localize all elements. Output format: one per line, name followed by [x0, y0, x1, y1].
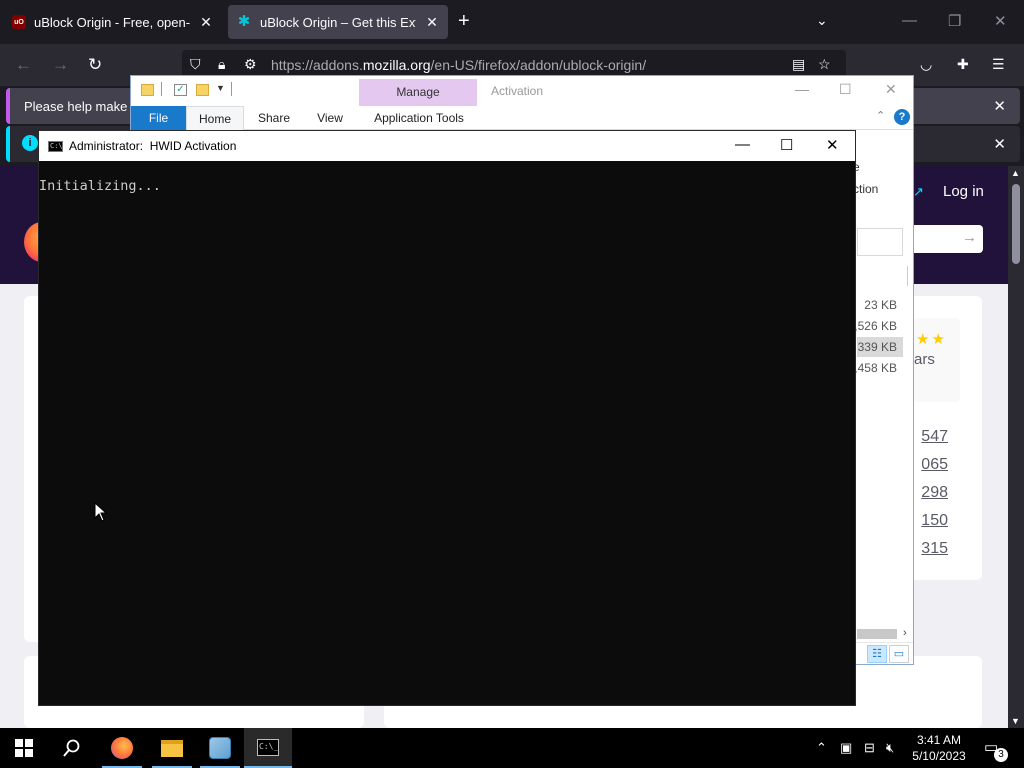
notification-count: 3 [994, 748, 1008, 762]
close-icon[interactable]: ✕ [993, 97, 1006, 115]
rating-count-link[interactable]: 298 [914, 484, 948, 502]
file-size: 339 KB [857, 340, 897, 354]
close-icon[interactable]: ✕ [993, 135, 1006, 153]
volume-muted-icon[interactable]: 🔇︎ [886, 740, 894, 756]
search-input[interactable]: → [914, 225, 983, 253]
file-size: 23 KB [864, 298, 897, 312]
rating-count-link[interactable]: 547 [914, 428, 948, 446]
search-icon [63, 739, 80, 757]
console-title-bar: C:\ Administrator: HWID Activation — ☐ ✕ [39, 131, 855, 161]
restore-icon[interactable]: ❐ [948, 12, 961, 30]
back-icon[interactable]: ← [15, 55, 32, 75]
tab-share[interactable]: Share [247, 106, 301, 130]
info-icon: i [22, 135, 38, 151]
close-tab-icon[interactable]: ✕ [198, 14, 214, 31]
permissions-icon[interactable]: ⚙ [244, 56, 257, 73]
tab-application-tools[interactable]: Application Tools [361, 106, 477, 130]
help-icon[interactable]: ? [894, 109, 910, 125]
forward-icon[interactable]: → [52, 55, 69, 75]
tab-manage[interactable]: Manage [359, 79, 477, 106]
details-view-icon[interactable]: ☷ [867, 645, 887, 663]
new-tab-icon[interactable]: + [458, 10, 470, 33]
tab-ublock-get[interactable]: ✱ uBlock Origin – Get this Extens ✕ [228, 5, 448, 39]
console-icon: C:\_ [257, 738, 279, 756]
search-button[interactable] [48, 728, 96, 768]
firefox-icon [111, 737, 133, 759]
external-link-icon: ↗ [913, 184, 924, 199]
separator [161, 82, 162, 96]
close-tab-icon[interactable]: ✕ [424, 14, 440, 31]
tab-title: uBlock Origin - Free, open-sou [34, 14, 190, 30]
url-text[interactable]: https://addons.mozilla.org/en-US/firefox… [271, 57, 646, 73]
chevron-up-icon[interactable]: ⌃ [816, 740, 827, 756]
date: 5/10/2023 [912, 749, 966, 763]
taskbar-console[interactable]: C:\_ [244, 728, 292, 768]
lock-icon[interactable]: 🔒︎ [218, 56, 225, 73]
console-output: Initializing... [39, 178, 161, 194]
column-divider [907, 266, 908, 286]
window-title: Activation [491, 84, 544, 98]
new-folder-icon[interactable] [196, 84, 209, 96]
extensions-icon[interactable]: ✚ [957, 56, 969, 73]
page-scrollbar[interactable]: ▲ ▼ [1008, 166, 1024, 728]
scroll-right-icon[interactable]: › [903, 627, 907, 639]
scroll-up-icon[interactable]: ▲ [1011, 168, 1020, 178]
tab-title: uBlock Origin – Get this Extens [260, 14, 416, 30]
windows-icon [15, 739, 33, 757]
scroll-down-icon[interactable]: ▼ [1011, 716, 1020, 726]
device-icon[interactable]: ▣ [840, 740, 852, 756]
scrollbar-thumb[interactable] [1012, 184, 1020, 264]
shield-icon[interactable]: ⛉ [190, 56, 201, 73]
close-icon[interactable]: ✕ [885, 81, 897, 98]
console-window[interactable]: C:\ Administrator: HWID Activation — ☐ ✕… [38, 130, 856, 706]
puzzle-icon: ✱ [237, 13, 251, 30]
rating-count-link[interactable]: 065 [914, 456, 948, 474]
tab-ublock-free[interactable]: uO uBlock Origin - Free, open-sou ✕ [4, 5, 222, 39]
chevron-down-icon[interactable]: ⌄ [816, 12, 828, 29]
pocket-icon[interactable]: ◡ [920, 56, 932, 73]
login-link[interactable]: Log in [943, 183, 984, 200]
tab-view[interactable]: View [303, 106, 357, 130]
console-icon: C:\ [48, 141, 63, 152]
start-button[interactable] [0, 728, 48, 768]
maximize-icon[interactable]: ☐ [780, 136, 793, 154]
taskbar-app[interactable] [196, 728, 244, 768]
chevron-up-icon[interactable]: ⌃ [876, 109, 885, 122]
rating-count-link[interactable]: 150 [914, 512, 948, 530]
horizontal-scrollbar[interactable] [857, 629, 897, 639]
minimize-icon[interactable]: — [902, 12, 917, 29]
taskbar-firefox[interactable] [98, 728, 146, 768]
search-box[interactable] [857, 228, 903, 256]
tab-home[interactable]: Home [186, 106, 244, 130]
star-icon: ★★ [916, 331, 947, 348]
arrow-right-icon[interactable]: → [962, 229, 977, 246]
reader-view-icon[interactable]: ▤ [792, 56, 805, 73]
rating-count-link[interactable]: 315 [914, 540, 948, 558]
close-icon[interactable]: ✕ [826, 136, 839, 154]
folder-icon [161, 739, 183, 757]
menu-icon[interactable]: ☰ [992, 56, 1005, 73]
taskbar-file-explorer[interactable] [148, 728, 196, 768]
bookmark-star-icon[interactable]: ☆ [818, 56, 831, 73]
ribbon-label: ction [853, 182, 879, 196]
window-title: Administrator: HWID Activation [69, 139, 237, 153]
folder-icon [141, 84, 154, 96]
minimize-icon[interactable]: — [795, 81, 809, 97]
large-icons-view-icon[interactable]: ▭ [889, 645, 909, 663]
maximize-icon[interactable]: ☐ [839, 81, 852, 98]
ublock-icon: uO [12, 15, 26, 29]
clock[interactable]: 3:41 AM 5/10/2023 [906, 732, 972, 764]
customize-toolbar-icon[interactable]: ▼ [216, 83, 225, 93]
minimize-icon[interactable]: — [735, 136, 750, 153]
close-icon[interactable]: ✕ [994, 12, 1007, 30]
tab-file[interactable]: File [131, 106, 186, 130]
separator [231, 82, 232, 96]
reload-icon[interactable]: ↻ [88, 55, 102, 75]
properties-icon[interactable]: ✓ [174, 84, 187, 96]
time: 3:41 AM [916, 733, 962, 747]
rating-text: ars [914, 351, 935, 368]
app-icon [209, 737, 231, 759]
network-icon[interactable]: ⊟ [864, 740, 875, 756]
